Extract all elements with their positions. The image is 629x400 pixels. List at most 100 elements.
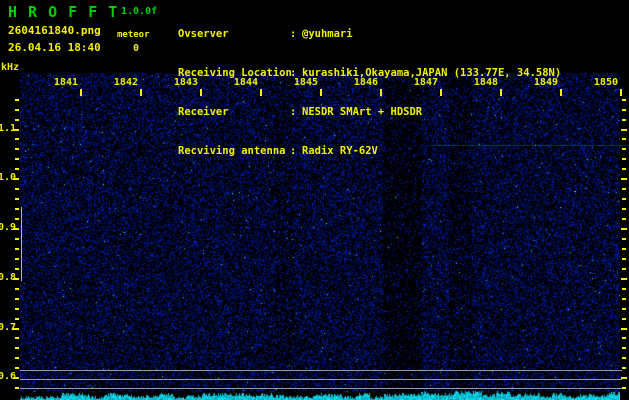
y-major-tick-mark xyxy=(621,178,627,180)
y-major-tick-mark xyxy=(621,129,627,131)
x-tick-mark xyxy=(260,89,262,96)
y-minor-tick-mark xyxy=(622,119,626,121)
x-tick-mark xyxy=(380,89,382,96)
info-label: Ovserver xyxy=(178,28,229,40)
x-tick-mark xyxy=(140,89,142,96)
y-tick-label: 0.9 xyxy=(0,222,17,233)
y-minor-tick-mark xyxy=(15,188,19,190)
y-minor-tick-mark xyxy=(15,258,19,260)
y-tick-label: 1.1 xyxy=(0,123,17,134)
y-minor-tick-mark xyxy=(15,109,19,111)
y-minor-tick-mark xyxy=(15,367,19,369)
y-minor-tick-mark xyxy=(15,318,19,320)
x-tick-mark xyxy=(440,89,442,96)
y-minor-tick-mark xyxy=(622,308,626,310)
y-minor-tick-mark xyxy=(15,198,19,200)
x-tick-label: 1849 xyxy=(533,77,558,88)
y-minor-tick-mark xyxy=(622,298,626,300)
info-row-receiver: Receiver : NESDR SMArt + HDSDR xyxy=(178,106,561,119)
x-tick-mark xyxy=(560,89,562,96)
y-tick-label: 0.8 xyxy=(0,272,17,283)
info-row-observer: Ovserver : @yuhmari xyxy=(178,28,561,41)
x-tick-mark xyxy=(500,89,502,96)
y-tick-label: 0.7 xyxy=(0,322,17,333)
y-minor-tick-mark xyxy=(622,188,626,190)
info-row-antenna: Recviving antenna : Radix RY-62V xyxy=(178,145,561,158)
output-filename: 2604161840.png xyxy=(8,24,101,37)
y-minor-tick-mark xyxy=(622,109,626,111)
y-major-tick-mark xyxy=(13,328,19,330)
y-minor-tick-mark xyxy=(622,357,626,359)
info-separator: : xyxy=(290,145,297,157)
y-minor-tick-mark xyxy=(15,387,19,389)
x-tick-label: 1845 xyxy=(293,77,318,88)
x-tick-label: 1843 xyxy=(173,77,198,88)
y-major-tick-mark xyxy=(13,377,19,379)
y-major-tick-mark xyxy=(13,178,19,180)
y-minor-tick-mark xyxy=(622,318,626,320)
y-minor-tick-mark xyxy=(15,148,19,150)
y-minor-tick-mark xyxy=(622,198,626,200)
y-tick-label: 1.0 xyxy=(0,172,17,183)
y-tick-label: 0.6 xyxy=(0,371,17,382)
y-minor-tick-mark xyxy=(622,148,626,150)
y-minor-tick-mark xyxy=(15,119,19,121)
y-minor-tick-mark xyxy=(622,347,626,349)
x-tick-label: 1844 xyxy=(233,77,258,88)
info-value: @yuhmari xyxy=(302,28,353,40)
x-tick-label: 1848 xyxy=(473,77,498,88)
x-tick-label: 1841 xyxy=(53,77,78,88)
y-minor-tick-mark xyxy=(15,218,19,220)
info-value: Radix RY-62V xyxy=(302,145,378,157)
y-minor-tick-mark xyxy=(622,158,626,160)
y-minor-tick-mark xyxy=(15,158,19,160)
y-minor-tick-mark xyxy=(15,99,19,101)
y-minor-tick-mark xyxy=(15,308,19,310)
reference-line xyxy=(20,388,622,389)
y-minor-tick-mark xyxy=(15,248,19,250)
meteor-count: 0 xyxy=(133,43,140,54)
y-major-tick-mark xyxy=(621,328,627,330)
x-tick-mark xyxy=(320,89,322,96)
info-separator: : xyxy=(290,28,297,40)
y-minor-tick-mark xyxy=(622,337,626,339)
y-minor-tick-mark xyxy=(622,258,626,260)
reference-line xyxy=(20,370,622,371)
y-major-tick-mark xyxy=(13,228,19,230)
y-minor-tick-mark xyxy=(622,208,626,210)
y-minor-tick-mark xyxy=(15,288,19,290)
mode-label: meteor xyxy=(117,30,150,40)
x-tick-label: 1842 xyxy=(113,77,138,88)
y-minor-tick-mark xyxy=(622,168,626,170)
x-tick-mark xyxy=(620,89,622,96)
y-minor-tick-mark xyxy=(15,337,19,339)
reference-line xyxy=(20,379,622,380)
x-tick-mark xyxy=(80,89,82,96)
app-title: H R O F F T xyxy=(8,3,119,21)
y-minor-tick-mark xyxy=(15,357,19,359)
info-label: Receiver xyxy=(178,106,229,118)
observer-info: Ovserver : @yuhmari Receiving Location :… xyxy=(178,2,561,184)
y-minor-tick-mark xyxy=(622,268,626,270)
info-label: Recviving antenna xyxy=(178,145,286,157)
app-version: 1.0.0f xyxy=(121,6,158,17)
x-tick-label: 1850 xyxy=(593,77,618,88)
y-major-tick-mark xyxy=(13,129,19,131)
y-minor-tick-mark xyxy=(622,387,626,389)
y-minor-tick-mark xyxy=(622,288,626,290)
y-minor-tick-mark xyxy=(622,99,626,101)
y-minor-tick-mark xyxy=(622,367,626,369)
y-axis-unit-label: kHz xyxy=(1,62,20,73)
x-tick-label: 1847 xyxy=(413,77,438,88)
y-minor-tick-mark xyxy=(15,168,19,170)
y-major-tick-mark xyxy=(13,278,19,280)
y-minor-tick-mark xyxy=(622,248,626,250)
y-minor-tick-mark xyxy=(15,138,19,140)
y-minor-tick-mark xyxy=(622,218,626,220)
y-major-tick-mark xyxy=(621,228,627,230)
hrofft-window: H R O F F T 1.0.0f 2604161840.png meteor… xyxy=(0,0,629,400)
faint-carrier-line xyxy=(430,145,629,146)
observation-datetime: 26.04.16 18:40 xyxy=(8,41,101,54)
x-tick-mark xyxy=(200,89,202,96)
y-minor-tick-mark xyxy=(622,238,626,240)
